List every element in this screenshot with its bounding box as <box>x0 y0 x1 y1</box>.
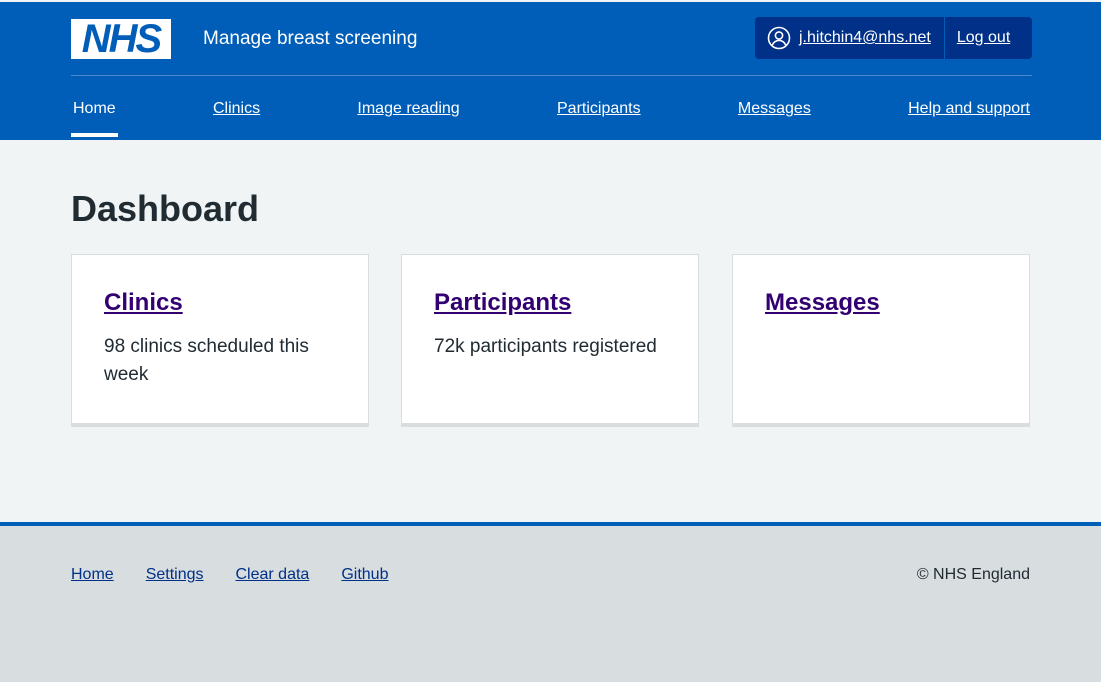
nav-item-image-reading[interactable]: Image reading <box>355 98 461 138</box>
card-title: Participants <box>434 287 666 319</box>
footer-link-settings[interactable]: Settings <box>146 566 204 584</box>
nav-item-messages[interactable]: Messages <box>736 98 813 138</box>
account-user: j.hitchin4@nhs.net <box>755 17 945 59</box>
footer-link-clear-data[interactable]: Clear data <box>236 566 310 584</box>
service-name[interactable]: Manage breast screening <box>203 27 417 51</box>
nav-link-help-and-support[interactable]: Help and support <box>908 100 1030 117</box>
nav-item-home[interactable]: Home <box>71 98 118 138</box>
site-header: NHS Manage breast screening j.hitchin4@n… <box>0 0 1101 140</box>
participants-card-link[interactable]: Participants <box>434 289 571 316</box>
nhs-logo[interactable]: NHS <box>71 19 171 59</box>
page-title: Dashboard <box>71 188 260 229</box>
nav-link-clinics[interactable]: Clinics <box>213 100 260 117</box>
clinics-card: Clinics 98 clinics scheduled this week <box>71 254 369 427</box>
copyright-text: © NHS England <box>916 566 1030 583</box>
account-bar: j.hitchin4@nhs.net Log out <box>755 17 1032 59</box>
account-email-link[interactable]: j.hitchin4@nhs.net <box>799 29 931 47</box>
logout-link[interactable]: Log out <box>945 29 1010 47</box>
primary-navigation: Home Clinics Image reading Participants … <box>71 98 1032 138</box>
nav-link-participants[interactable]: Participants <box>557 100 641 117</box>
clinics-card-link[interactable]: Clinics <box>104 289 183 316</box>
header-divider <box>71 75 1032 76</box>
card-description: 72k participants registered <box>434 336 657 357</box>
messages-card: Messages <box>732 254 1030 427</box>
messages-card-link[interactable]: Messages <box>765 289 880 316</box>
nav-item-clinics[interactable]: Clinics <box>211 98 262 138</box>
card-title: Messages <box>765 287 997 319</box>
card-title: Clinics <box>104 287 336 319</box>
participants-card: Participants 72k participants registered <box>401 254 699 427</box>
footer-link-github[interactable]: Github <box>341 566 388 584</box>
nav-item-participants[interactable]: Participants <box>555 98 643 138</box>
nhs-logo-text: NHS <box>81 17 162 61</box>
nav-item-help-and-support[interactable]: Help and support <box>906 98 1032 138</box>
nav-link-image-reading[interactable]: Image reading <box>357 100 459 117</box>
user-circle-icon <box>767 26 791 50</box>
footer-link-home[interactable]: Home <box>71 566 114 584</box>
card-description: 98 clinics scheduled this week <box>104 336 309 385</box>
site-footer: Home Settings Clear data Github © NHS En… <box>0 522 1101 682</box>
nav-link-messages[interactable]: Messages <box>738 100 811 117</box>
footer-links: Home Settings Clear data Github <box>71 566 388 584</box>
nav-link-home[interactable]: Home <box>73 100 116 117</box>
